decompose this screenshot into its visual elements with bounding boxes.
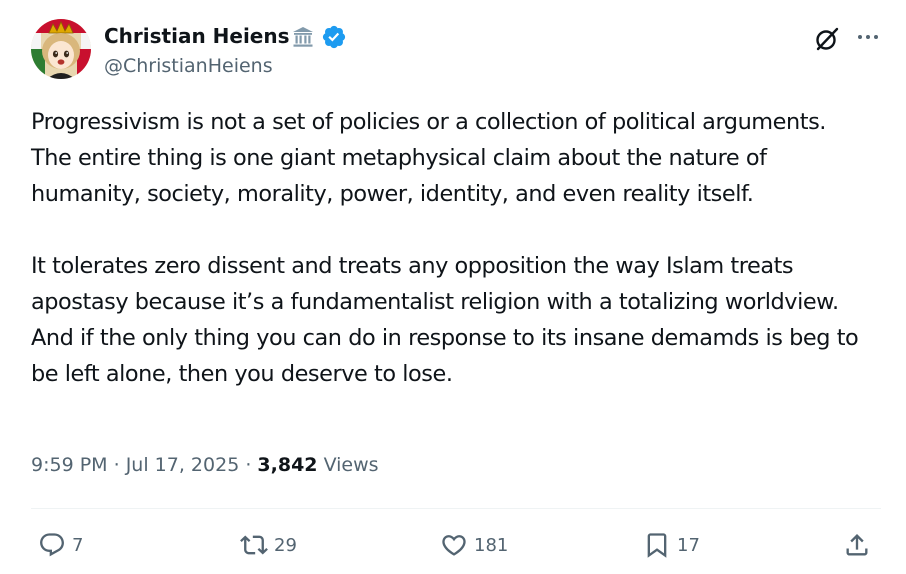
like-button[interactable]: 181	[440, 530, 508, 560]
reply-icon	[40, 533, 64, 557]
reply-count: 7	[72, 534, 84, 556]
post-paragraph: Progressivism is not a set of policies o…	[31, 109, 826, 207]
post-date[interactable]: Jul 17, 2025	[126, 454, 240, 476]
retweet-button[interactable]: 29	[240, 530, 297, 560]
bookmark-count: 17	[677, 534, 700, 556]
post-paragraph: It tolerates zero dissent and treats any…	[31, 253, 859, 387]
like-count: 181	[474, 534, 509, 556]
views-label[interactable]: Views	[324, 454, 379, 476]
grok-icon[interactable]	[812, 24, 842, 54]
bookmark-button[interactable]: 17	[643, 530, 700, 560]
divider	[31, 508, 881, 509]
avatar[interactable]	[31, 19, 91, 79]
heart-icon	[442, 535, 466, 556]
retweet-icon	[240, 535, 268, 555]
share-button[interactable]	[843, 530, 871, 560]
share-icon	[846, 534, 868, 556]
display-name[interactable]: Christian Heiens	[104, 24, 290, 48]
more-icon[interactable]	[853, 26, 883, 48]
avatar-image	[31, 19, 91, 79]
tweet: Christian Heiens @ChristianHeiens Progre…	[0, 0, 906, 574]
meta-separator: ·	[245, 454, 252, 476]
meta-separator: ·	[113, 454, 120, 476]
reply-button[interactable]: 7	[38, 530, 83, 560]
retweet-count: 29	[274, 534, 297, 556]
user-handle[interactable]: @ChristianHeiens	[104, 55, 273, 77]
government-building-icon	[293, 27, 313, 47]
post-meta: 9:59 PM · Jul 17, 2025 · 3,842 Views	[31, 454, 379, 476]
post-time[interactable]: 9:59 PM	[31, 454, 108, 476]
views-count[interactable]: 3,842	[257, 454, 317, 476]
verified-badge-icon[interactable]	[321, 24, 347, 50]
post-text: Progressivism is not a set of policies o…	[31, 104, 871, 392]
bookmark-icon	[647, 533, 667, 558]
